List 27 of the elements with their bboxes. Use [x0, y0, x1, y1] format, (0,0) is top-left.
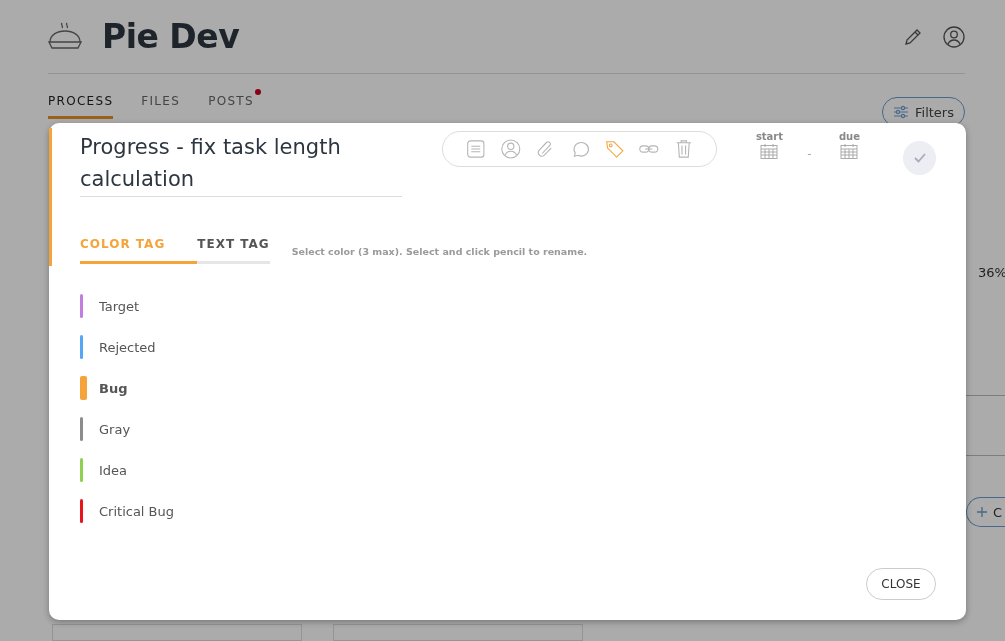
- tag-option[interactable]: Bug: [99, 380, 128, 396]
- due-label: due: [838, 131, 860, 142]
- pie-icon: [48, 21, 82, 52]
- tag-option[interactable]: Critical Bug: [99, 503, 174, 519]
- nav-tab[interactable]: POSTS: [208, 94, 254, 119]
- app-title: Pie Dev: [102, 17, 241, 56]
- tag-option[interactable]: Idea: [99, 462, 128, 478]
- close-button[interactable]: CLOSE: [866, 568, 936, 600]
- add-button[interactable]: C: [966, 497, 1005, 527]
- nav-tab[interactable]: FILES: [141, 94, 181, 119]
- user-icon[interactable]: [943, 25, 965, 48]
- complete-button[interactable]: [903, 141, 936, 175]
- tag-option[interactable]: Rejected: [99, 339, 156, 355]
- task-title[interactable]: Progress - fix task length calculation: [80, 131, 403, 197]
- calendar-icon[interactable]: [760, 144, 779, 160]
- date-separator: -: [806, 146, 813, 161]
- notes-icon[interactable]: [465, 137, 488, 161]
- sliders-icon: [893, 105, 909, 119]
- hint-text: Select color (3 max). Select and click pencil to rename.: [291, 246, 588, 259]
- nav-tab[interactable]: PROCESS: [48, 94, 114, 119]
- tag-option[interactable]: Gray: [99, 421, 131, 437]
- tag-tab[interactable]: TEXT TAG: [197, 237, 270, 264]
- calendar-icon[interactable]: [840, 144, 859, 160]
- tag-option[interactable]: Target: [99, 298, 140, 314]
- plus-icon: [977, 507, 987, 517]
- start-label: start: [755, 131, 784, 142]
- check-icon: [913, 153, 926, 163]
